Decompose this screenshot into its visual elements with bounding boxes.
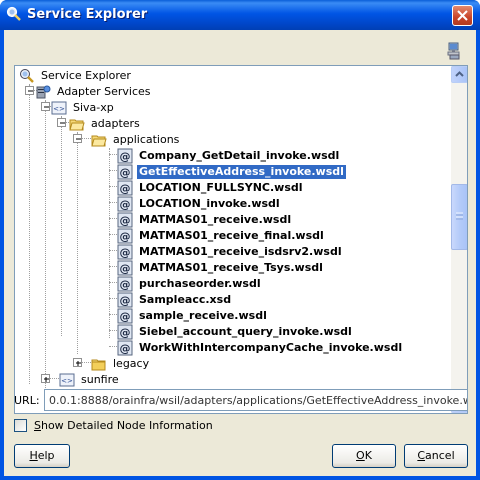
- svg-text:@: @: [120, 198, 131, 211]
- xml-node-icon: <>: [59, 373, 75, 387]
- tree-label-file: MATMAS01_receive_Tsys.wsdl: [139, 261, 323, 274]
- svg-text:@: @: [120, 342, 131, 355]
- server-icon: [36, 85, 51, 99]
- tree-label-legacy: legacy: [113, 357, 150, 370]
- svg-text:@: @: [120, 214, 131, 227]
- folder-icon: [69, 119, 85, 131]
- wsdl-at-icon: @: [117, 180, 133, 196]
- wsdl-at-icon: @: [117, 340, 133, 356]
- svg-text:<>: <>: [53, 105, 65, 113]
- minus-icon: [60, 122, 65, 124]
- svg-text:@: @: [120, 294, 131, 307]
- help-button[interactable]: Help: [14, 444, 70, 468]
- close-icon: [457, 10, 468, 21]
- window-title: Service Explorer: [27, 7, 148, 22]
- wsdl-at-icon: @: [117, 164, 133, 180]
- tree-label-file: MATMAS01_receive.wsdl: [139, 213, 292, 226]
- wsdl-at-icon: @: [117, 276, 133, 292]
- svg-text:<>: <>: [61, 377, 73, 385]
- cancel-button-rest: ancel: [425, 449, 455, 462]
- service-explorer-icon: [20, 69, 34, 83]
- service-explorer-window: Service Explorer Service Explorer Adapte…: [0, 0, 480, 480]
- tree-label-siva: Siva-xp: [73, 101, 114, 114]
- refresh-computer-icon[interactable]: [446, 42, 462, 60]
- scroll-thumb[interactable]: [451, 184, 467, 250]
- wsdl-at-icon: @: [117, 308, 133, 324]
- show-detailed-checkbox[interactable]: [14, 419, 27, 432]
- show-detailed-label[interactable]: Show Detailed Node Information: [34, 419, 213, 432]
- wsdl-at-icon: @: [117, 244, 133, 260]
- folder-icon: [91, 135, 107, 147]
- tree-label-file-selected: GetEffectiveAddress_invoke.wsdl: [136, 164, 347, 180]
- title-bar[interactable]: Service Explorer: [0, 0, 480, 30]
- help-button-rest: elp: [37, 449, 55, 462]
- tree-label-file: purchaseorder.wsdl: [139, 277, 261, 290]
- service-tree[interactable]: Service Explorer Adapter Services <> Siv…: [14, 65, 468, 414]
- tree-label-file: MATMAS01_receive_isdsrv2.wsdl: [139, 245, 342, 258]
- tree-label-applications: applications: [113, 133, 180, 146]
- wsdl-at-icon: @: [117, 292, 133, 308]
- tree-label-file: Sampleacc.xsd: [139, 293, 232, 306]
- tree-scrollbar[interactable]: [451, 66, 467, 413]
- url-label: URL:: [14, 394, 40, 407]
- wsdl-at-icon: @: [117, 228, 133, 244]
- chevron-up-icon: [455, 71, 464, 77]
- wsdl-at-icon: @: [117, 148, 133, 164]
- collapse-toggle-applications[interactable]: [73, 134, 82, 143]
- svg-text:@: @: [120, 278, 131, 291]
- wsdl-at-icon: @: [117, 196, 133, 212]
- url-field[interactable]: 0.0.1:8888/orainfra/wsil/adapters/applic…: [44, 389, 468, 411]
- svg-text:@: @: [120, 246, 131, 259]
- ok-button[interactable]: OK: [332, 444, 396, 468]
- wsdl-at-icon: @: [117, 324, 133, 340]
- expand-toggle-sunfire[interactable]: [41, 374, 50, 383]
- svg-text:@: @: [120, 150, 131, 163]
- xml-node-icon: <>: [51, 101, 67, 115]
- url-value: 0.0.1:8888/orainfra/wsil/adapters/applic…: [49, 394, 467, 407]
- collapse-toggle-siva[interactable]: [41, 102, 50, 111]
- svg-text:@: @: [120, 310, 131, 323]
- tree-label-adapter-services: Adapter Services: [57, 85, 151, 98]
- tree-label-file: LOCATION_FULLSYNC.wsdl: [139, 181, 303, 194]
- tree-label-root: Service Explorer: [41, 69, 131, 82]
- tree-label-file: LOCATION_invoke.wsdl: [139, 197, 280, 210]
- wsdl-at-icon: @: [117, 260, 133, 276]
- collapse-toggle-adapters[interactable]: [57, 118, 66, 127]
- service-explorer-icon: [6, 6, 21, 21]
- svg-text:@: @: [120, 182, 131, 195]
- folder-icon: [91, 359, 106, 371]
- close-button[interactable]: [452, 5, 473, 26]
- plus-icon: [44, 377, 49, 382]
- tree-label-file: sample_receive.wsdl: [139, 309, 267, 322]
- tree-label-file: Company_GetDetail_invoke.wsdl: [139, 149, 340, 162]
- minus-icon: [28, 90, 33, 92]
- tree-label-file: WorkWithIntercompanyCache_invoke.wsdl: [139, 341, 403, 354]
- svg-text:@: @: [120, 166, 131, 179]
- svg-text:@: @: [120, 262, 131, 275]
- tree-label-file: Siebel_account_query_invoke.wsdl: [139, 325, 352, 338]
- tree-label-sunfire: sunfire: [81, 373, 119, 386]
- tree-label-adapters: adapters: [91, 117, 140, 130]
- plus-icon: [76, 361, 81, 366]
- wsdl-at-icon: @: [117, 212, 133, 228]
- cancel-button[interactable]: Cancel: [404, 444, 468, 468]
- svg-text:@: @: [120, 326, 131, 339]
- expand-toggle-legacy[interactable]: [73, 358, 82, 367]
- minus-icon: [76, 138, 81, 140]
- ok-button-rest: K: [364, 449, 372, 462]
- show-detailed-label-text: how Detailed Node Information: [40, 419, 213, 432]
- collapse-toggle-adapter-services[interactable]: [25, 86, 34, 95]
- dialog-body: Service Explorer Adapter Services <> Siv…: [4, 30, 476, 476]
- tree-label-file: MATMAS01_receive_final.wsdl: [139, 229, 324, 242]
- scroll-up-button[interactable]: [451, 66, 467, 83]
- tree-content: Service Explorer Adapter Services <> Siv…: [15, 66, 451, 413]
- svg-text:@: @: [120, 230, 131, 243]
- grip-icon: [456, 212, 463, 220]
- minus-icon: [44, 106, 49, 108]
